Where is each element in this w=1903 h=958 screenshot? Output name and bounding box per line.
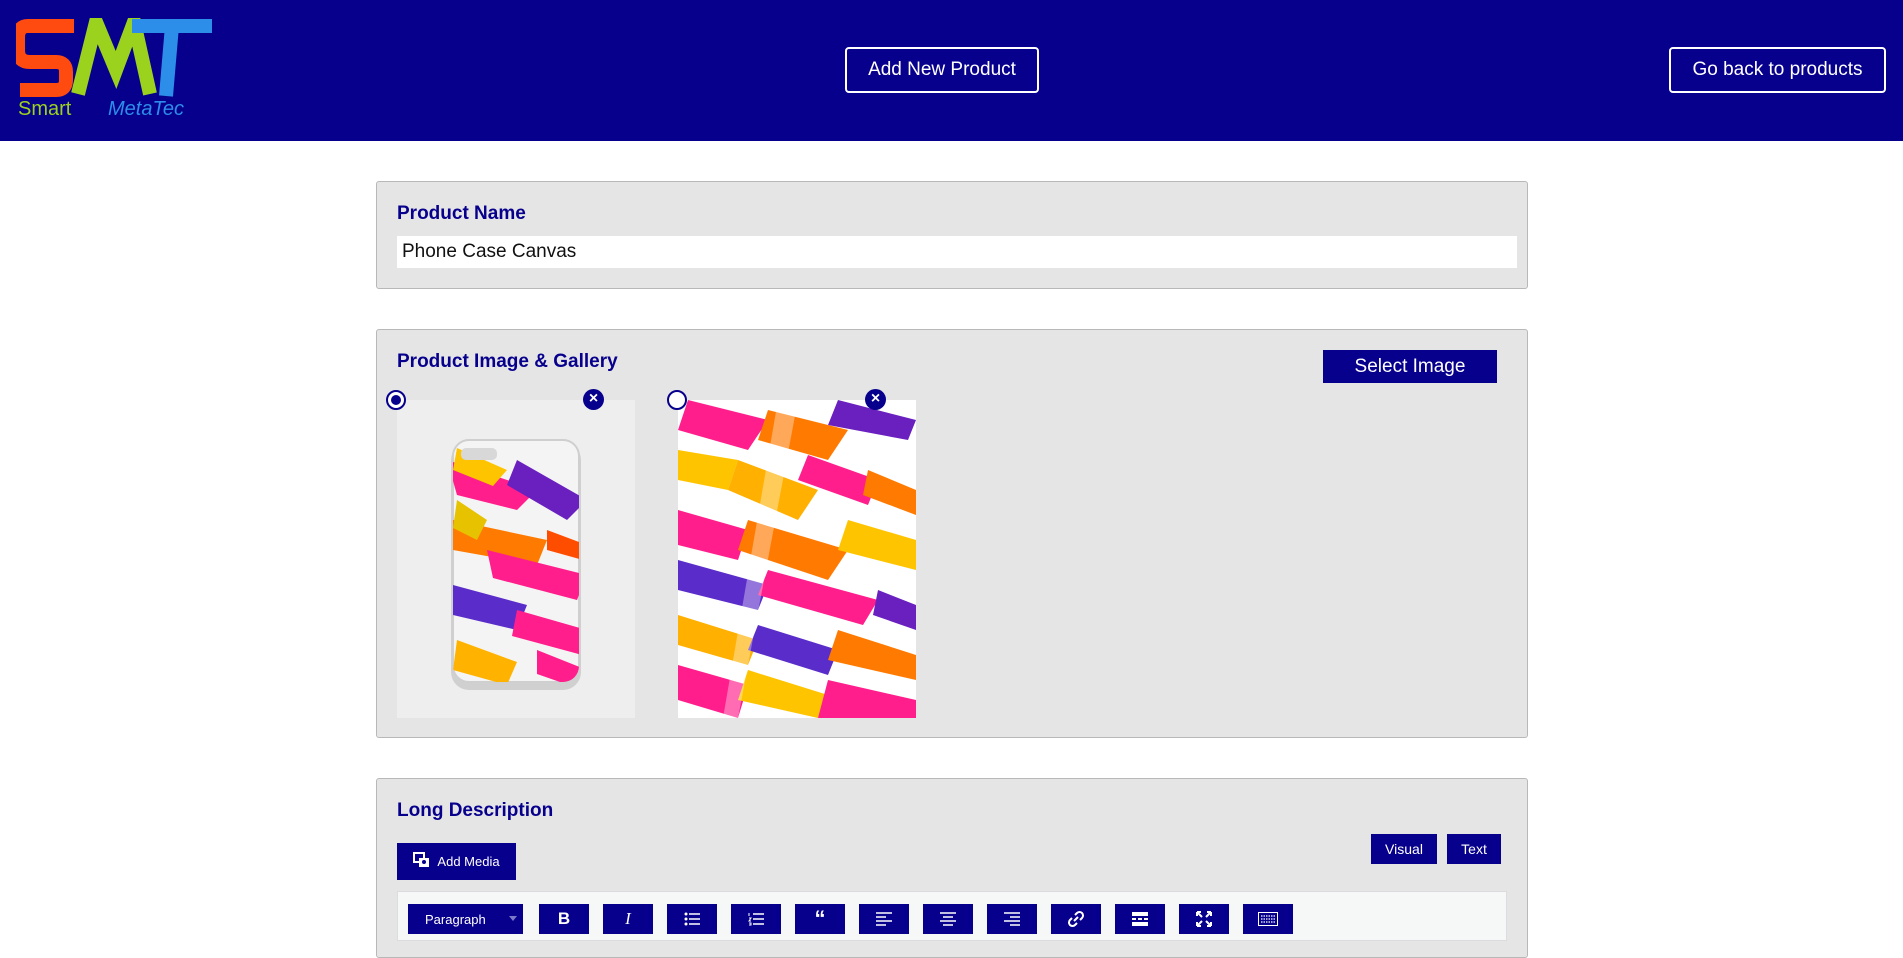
blockquote-icon[interactable]: “ <box>795 904 845 934</box>
paragraph-label: Paragraph <box>425 911 486 927</box>
add-media-button[interactable]: Add Media <box>397 843 516 880</box>
link-icon[interactable] <box>1051 904 1101 934</box>
bullet-list-icon[interactable] <box>667 904 717 934</box>
long-description-panel: Long Description Add Media Visual Text P… <box>376 778 1528 958</box>
go-back-to-products-button[interactable]: Go back to products <box>1669 47 1886 93</box>
select-image-button[interactable]: Select Image <box>1323 350 1497 383</box>
remove-image-2-icon[interactable]: × <box>865 389 886 410</box>
italic-icon[interactable]: I <box>603 904 653 934</box>
smart-metatec-logo[interactable]: Smart MetaTec <box>11 0 216 120</box>
add-media-label: Add Media <box>437 854 500 869</box>
add-media-icon <box>413 852 431 871</box>
numbered-list-icon[interactable] <box>731 904 781 934</box>
paragraph-format-select[interactable]: Paragraph <box>408 904 523 934</box>
remove-image-1-icon[interactable]: × <box>583 389 604 410</box>
product-name-label: Product Name <box>397 203 526 224</box>
bold-icon[interactable]: B <box>539 904 589 934</box>
visual-tab[interactable]: Visual <box>1371 834 1437 864</box>
fullscreen-icon[interactable] <box>1179 904 1229 934</box>
toolbar-toggle-icon[interactable] <box>1243 904 1293 934</box>
read-more-icon[interactable] <box>1115 904 1165 934</box>
featured-radio-1[interactable] <box>386 390 406 410</box>
gallery-title: Product Image & Gallery <box>397 351 618 372</box>
text-tab[interactable]: Text <box>1447 834 1501 864</box>
align-right-icon[interactable] <box>987 904 1037 934</box>
featured-radio-2[interactable] <box>667 390 687 410</box>
long-description-title: Long Description <box>397 800 554 821</box>
chevron-down-icon <box>509 916 517 921</box>
gallery-image-canvas[interactable] <box>678 400 916 718</box>
editor-toolbar: Paragraph B I “ <box>397 891 1507 941</box>
align-left-icon[interactable] <box>859 904 909 934</box>
top-header: Smart MetaTec Add New Product Go back to… <box>0 0 1903 141</box>
logo-smart-text: Smart <box>18 98 72 120</box>
product-name-panel: Product Name <box>376 181 1528 289</box>
product-name-input[interactable] <box>397 236 1517 268</box>
align-center-icon[interactable] <box>923 904 973 934</box>
logo-metatec-text: MetaTec <box>108 98 184 120</box>
product-gallery-panel: Product Image & Gallery Select Image × × <box>376 329 1528 738</box>
add-new-product-button[interactable]: Add New Product <box>845 47 1039 93</box>
gallery-image-phone-case[interactable] <box>397 400 635 718</box>
